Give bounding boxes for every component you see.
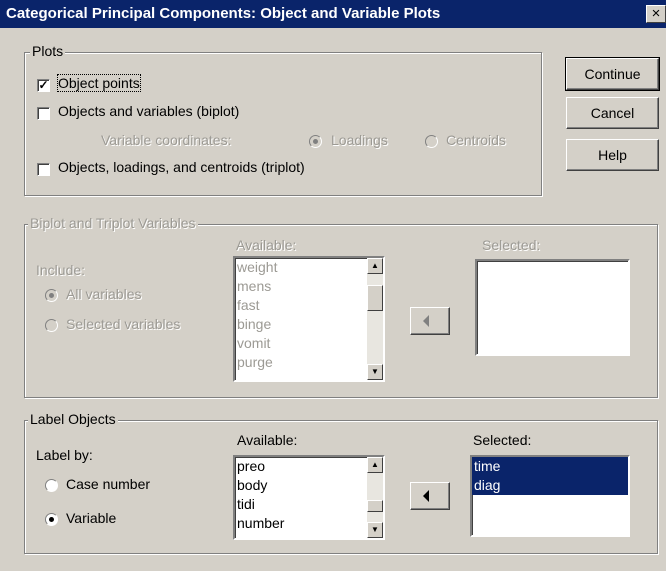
biplot-available-listbox[interactable]: weight mens fast binge vomit purge ▲ ▼ xyxy=(233,256,385,382)
close-icon: × xyxy=(651,5,661,22)
variable-coordinates-label: Variable coordinates: xyxy=(101,132,232,148)
list-item[interactable]: preo xyxy=(235,457,383,476)
biplot-available-label: Available: xyxy=(236,237,297,253)
list-item[interactable]: time xyxy=(472,457,628,476)
label-available-label: Available: xyxy=(237,432,298,448)
scroll-up-icon[interactable]: ▲ xyxy=(367,457,383,473)
label-available-listbox[interactable]: preo body tidi number ▲ ▼ xyxy=(233,455,385,540)
cancel-button[interactable]: Cancel xyxy=(566,97,659,129)
label-objects-legend: Label Objects xyxy=(28,411,118,427)
all-variables-label: All variables xyxy=(66,286,142,302)
selected-variables-label: Selected variables xyxy=(66,316,181,332)
case-number-label[interactable]: Case number xyxy=(66,476,150,492)
label-move-button[interactable] xyxy=(410,482,450,510)
biplot-selected-label: Selected: xyxy=(482,237,541,253)
centroids-radio[interactable] xyxy=(425,135,438,148)
list-item[interactable]: tidi xyxy=(235,495,383,514)
all-variables-radio[interactable] xyxy=(45,289,58,302)
label-selected-label: Selected: xyxy=(473,432,532,448)
scroll-up-icon[interactable]: ▲ xyxy=(367,258,383,274)
help-button[interactable]: Help xyxy=(566,139,659,171)
scroll-thumb[interactable] xyxy=(367,285,383,311)
list-item[interactable]: purge xyxy=(235,353,383,372)
close-button[interactable]: × xyxy=(646,5,666,23)
loadings-label: Loadings xyxy=(331,132,388,148)
biplot-label[interactable]: Objects and variables (biplot) xyxy=(58,103,239,119)
include-label: Include: xyxy=(36,262,86,278)
variable-label[interactable]: Variable xyxy=(66,510,116,526)
object-points-label[interactable]: Object points xyxy=(57,74,141,92)
scrollbar[interactable]: ▲ ▼ xyxy=(367,258,383,380)
object-points-checkbox[interactable]: ✓ xyxy=(37,79,50,92)
list-item[interactable]: mens xyxy=(235,277,383,296)
triplot-checkbox[interactable] xyxy=(37,163,50,176)
arrow-left-icon xyxy=(423,315,429,327)
list-item[interactable]: number xyxy=(235,514,383,533)
list-item[interactable]: diag xyxy=(472,476,628,495)
scrollbar[interactable]: ▲ ▼ xyxy=(367,457,383,538)
biplot-checkbox[interactable] xyxy=(37,107,50,120)
scroll-down-icon[interactable]: ▼ xyxy=(367,522,383,538)
biplot-selected-listbox[interactable] xyxy=(475,259,630,356)
label-by-label: Label by: xyxy=(36,447,93,463)
scroll-down-icon[interactable]: ▼ xyxy=(367,364,383,380)
list-item[interactable]: vomit xyxy=(235,334,383,353)
continue-button[interactable]: Continue xyxy=(565,57,660,91)
centroids-label: Centroids xyxy=(446,132,506,148)
variable-radio[interactable] xyxy=(45,513,58,526)
list-item[interactable]: body xyxy=(235,476,383,495)
title-bar: Categorical Principal Components: Object… xyxy=(0,0,666,28)
biplot-move-button[interactable] xyxy=(410,307,450,335)
biplot-variables-legend: Biplot and Triplot Variables xyxy=(28,215,198,231)
window-title: Categorical Principal Components: Object… xyxy=(6,5,441,22)
label-selected-listbox[interactable]: time diag xyxy=(470,455,630,537)
case-number-radio[interactable] xyxy=(45,479,58,492)
selected-variables-radio[interactable] xyxy=(45,319,58,332)
list-item[interactable]: weight xyxy=(235,258,383,277)
plots-legend: Plots xyxy=(30,43,66,59)
loadings-radio[interactable] xyxy=(309,135,322,148)
triplot-label[interactable]: Objects, loadings, and centroids (triplo… xyxy=(58,159,305,175)
checkmark-icon: ✓ xyxy=(38,78,49,92)
list-item[interactable]: fast xyxy=(235,296,383,315)
scroll-thumb[interactable] xyxy=(367,500,383,512)
list-item[interactable]: binge xyxy=(235,315,383,334)
arrow-left-icon xyxy=(423,490,429,502)
